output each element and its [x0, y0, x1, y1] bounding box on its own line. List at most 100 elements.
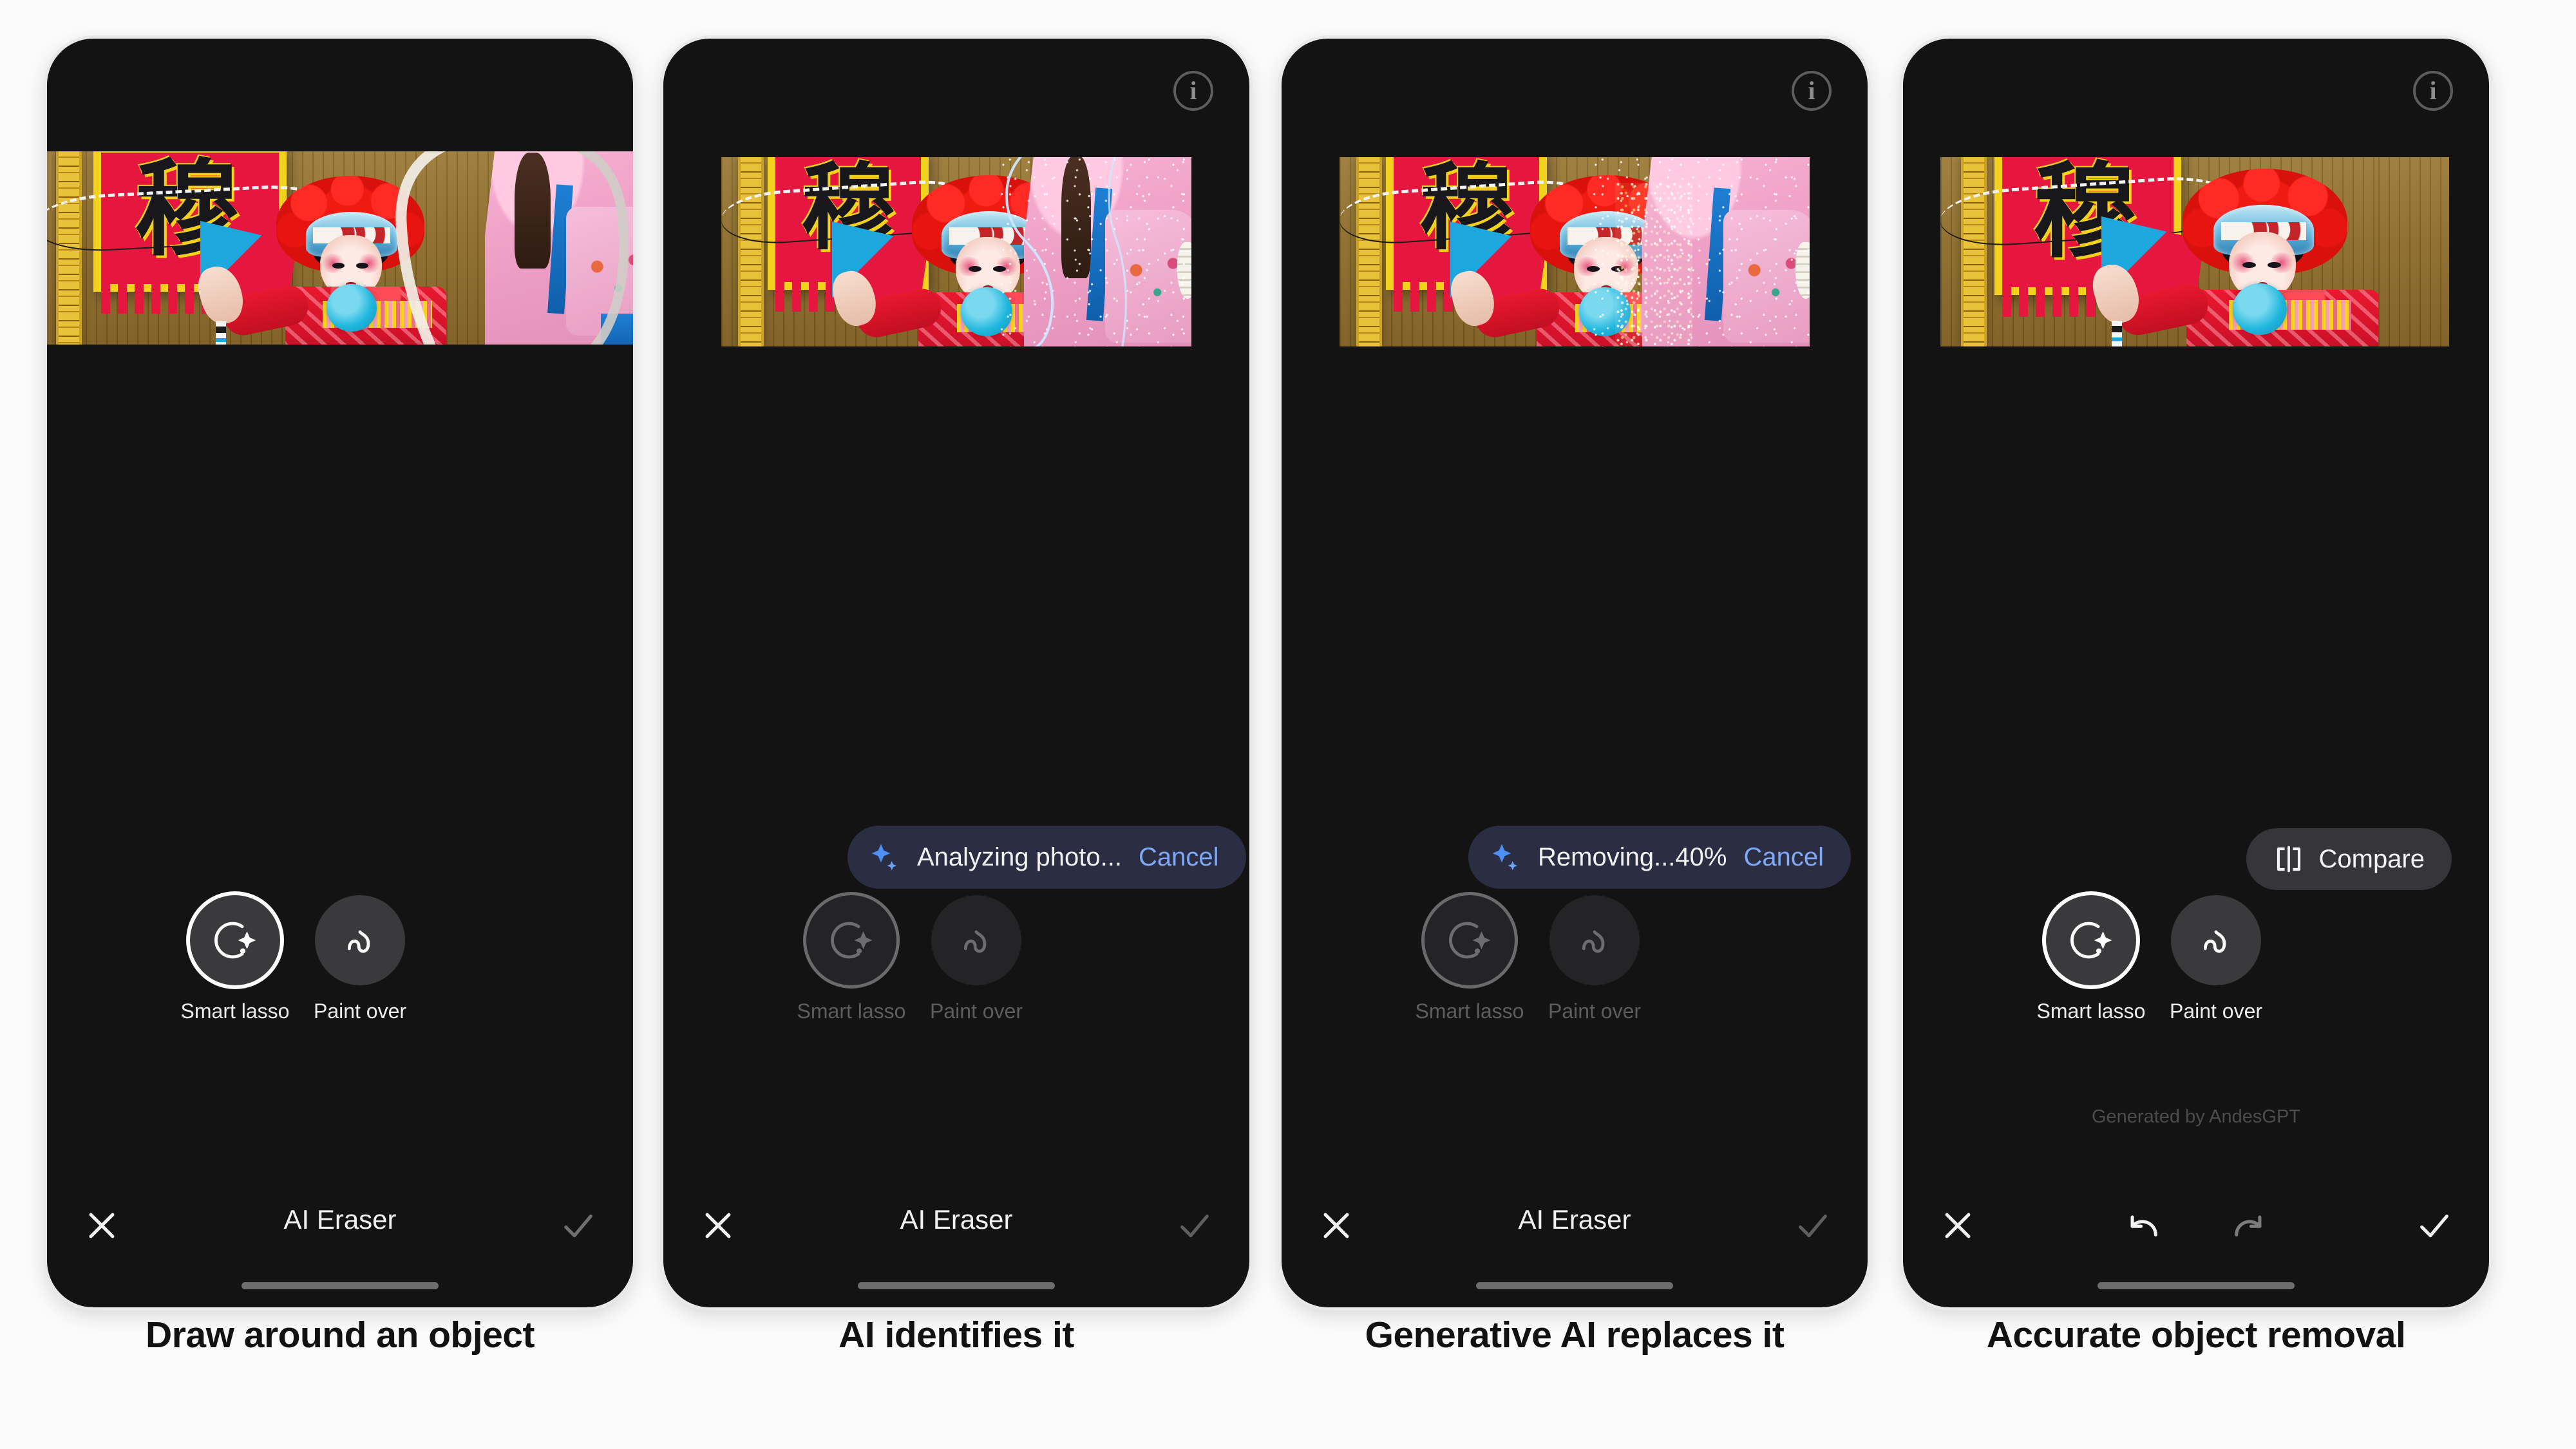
smart-lasso-icon [831, 922, 873, 959]
phone-frame-3: i 穆 Removing...40% Cancel Smart lasso Pa… [1282, 39, 1868, 1307]
photo-canvas-2[interactable]: 穆 [721, 157, 1191, 346]
tool-smart-lasso: Smart lasso [1416, 895, 1524, 1023]
checkmark-icon [1799, 1214, 1827, 1238]
paint-over-label: Paint over [929, 999, 1023, 1023]
panel-analyzing: i 穆 Analyzing photo... Cancel Smart lass… [663, 39, 1249, 1307]
panel-draw: 穆 Smart lasso Paint over AI Eraser [47, 39, 633, 1307]
paint-over-bubble[interactable] [315, 895, 405, 985]
pink-figure-target [485, 151, 633, 345]
photo-scene: 穆 [1340, 157, 1810, 346]
close-button-4[interactable] [1930, 1198, 1985, 1253]
panel-result: i 穆 Compare Smart lasso Paint over Gener… [1903, 39, 2489, 1307]
progress-pill-2: Analyzing photo... Cancel [848, 826, 1246, 889]
paint-over-icon [963, 930, 987, 953]
paint-over-icon [1582, 930, 1605, 953]
caption-4: Accurate object removal [1986, 1314, 2406, 1356]
home-indicator-2 [858, 1282, 1055, 1289]
paint-over-icon [2203, 930, 2226, 953]
tassel-prop [2112, 321, 2122, 346]
smart-lasso-icon [2070, 922, 2112, 959]
tool-paint-over[interactable]: Paint over [2169, 895, 2263, 1023]
close-x-icon [705, 1213, 731, 1238]
blue-pompom [2233, 283, 2287, 335]
caption-2: AI identifies it [838, 1314, 1074, 1356]
gold-ornament-band [738, 157, 764, 346]
info-glyph: i [1808, 76, 1815, 105]
smart-lasso-icon [1449, 922, 1491, 959]
gold-ornament-band [1961, 157, 1987, 346]
paint-over-bubble [1549, 895, 1640, 985]
phone-frame-1: 穆 Smart lasso Paint over AI Eraser [47, 39, 633, 1307]
blue-pompom [1579, 287, 1631, 336]
tool-row-2: Smart lasso Paint over [797, 895, 1023, 1023]
confirm-button-4[interactable] [2407, 1198, 2462, 1253]
progress-text-2: Analyzing photo... [917, 842, 1122, 871]
paint-over-bubble[interactable] [2171, 895, 2261, 985]
long-hair-strand [515, 153, 551, 269]
eye-right [2268, 261, 2282, 269]
compare-button[interactable]: Compare [2246, 828, 2452, 890]
info-button-4[interactable]: i [2413, 71, 2453, 111]
tool-smart-lasso[interactable]: Smart lasso [2037, 895, 2145, 1023]
confirm-button-2 [1167, 1198, 1222, 1253]
paint-over-label: Paint over [313, 999, 407, 1023]
home-indicator-3 [1476, 1282, 1673, 1289]
pink-figure-target [1642, 157, 1810, 346]
gold-ornament-band [1356, 157, 1382, 346]
info-button-2[interactable]: i [1173, 71, 1213, 111]
paint-over-label: Paint over [2169, 999, 2263, 1023]
tool-paint-over[interactable]: Paint over [313, 895, 407, 1023]
eye-left [2242, 261, 2256, 269]
tool-smart-lasso[interactable]: Smart lasso [181, 895, 289, 1023]
bottom-bar-1: AI Eraser [47, 1179, 633, 1307]
caption-3: Generative AI replaces it [1365, 1314, 1785, 1356]
eye-right [1611, 265, 1624, 272]
close-button-1[interactable] [74, 1198, 129, 1253]
phone-frame-4: i 穆 Compare Smart lasso Paint over Gener… [1903, 39, 2489, 1307]
photo-scene: 穆 [1940, 157, 2449, 346]
generated-by-label: Generated by AndesGPT [2091, 1106, 2301, 1127]
bottom-bar-4 [1903, 1179, 2489, 1307]
cancel-button-2[interactable]: Cancel [1139, 843, 1219, 872]
redo-arrow-icon [2235, 1215, 2262, 1237]
smart-lasso-label: Smart lasso [2036, 999, 2146, 1023]
eye-left [1587, 265, 1600, 272]
undo-button[interactable] [2116, 1198, 2171, 1253]
screenshot-stage: 穆 Smart lasso Paint over AI Eraser Draw … [0, 0, 2576, 1449]
checkmark-icon [2420, 1214, 2448, 1238]
bottom-bar-2: AI Eraser [663, 1179, 1249, 1307]
close-button-2[interactable] [690, 1198, 746, 1253]
photo-canvas-3[interactable]: 穆 [1340, 157, 1810, 346]
home-indicator-1 [242, 1282, 439, 1289]
blue-skirt-trim [601, 314, 633, 345]
checkmark-icon [564, 1214, 592, 1238]
close-x-icon [89, 1213, 115, 1238]
smart-lasso-bubble[interactable] [2046, 895, 2136, 985]
tool-paint-over: Paint over [1548, 895, 1641, 1023]
long-hair-strand [1061, 157, 1091, 278]
home-indicator-4 [2098, 1282, 2295, 1289]
photo-canvas-4[interactable]: 穆 [1940, 157, 2449, 346]
confirm-button-3 [1785, 1198, 1841, 1253]
inpainted-region [2378, 157, 2449, 346]
info-button-3[interactable]: i [1792, 71, 1832, 111]
panel-removing: i 穆 Removing...40% Cancel Smart lasso Pa… [1282, 39, 1868, 1307]
smart-lasso-label: Smart lasso [797, 999, 906, 1023]
photo-scene: 穆 [47, 151, 633, 345]
smart-lasso-bubble[interactable] [190, 895, 280, 985]
cancel-button-3[interactable]: Cancel [1743, 843, 1824, 872]
eye-left [969, 265, 981, 272]
checkmark-icon [1180, 1214, 1209, 1238]
undo-arrow-icon [2130, 1215, 2157, 1237]
redo-button[interactable] [2221, 1198, 2277, 1253]
progress-text-3: Removing...40% [1538, 842, 1727, 871]
photo-canvas-1[interactable]: 穆 [47, 151, 633, 345]
embroidery [582, 242, 633, 325]
confirm-button-1[interactable] [551, 1198, 606, 1253]
smart-lasso-label: Smart lasso [1415, 999, 1524, 1023]
performer-figure [193, 164, 459, 345]
phone-frame-2: i 穆 Analyzing photo... Cancel Smart lass… [663, 39, 1249, 1307]
paint-over-bubble [931, 895, 1021, 985]
eye-left [332, 263, 345, 269]
close-button-3[interactable] [1309, 1198, 1364, 1253]
